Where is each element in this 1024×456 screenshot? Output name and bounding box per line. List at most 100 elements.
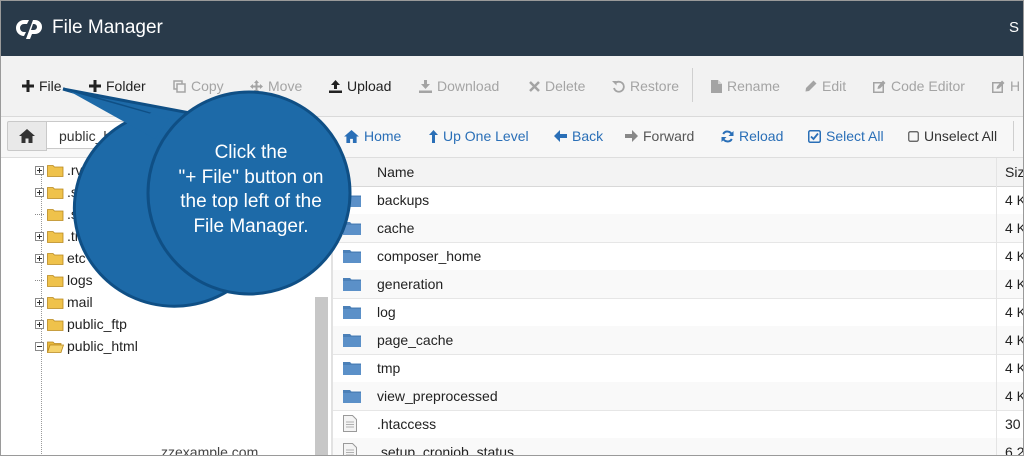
folder-icon bbox=[343, 250, 361, 263]
file-row[interactable]: tmp 4 K bbox=[333, 354, 1023, 383]
file-size: 30 bbox=[1005, 416, 1021, 432]
folder-icon bbox=[47, 208, 64, 221]
file-size: 6.2 bbox=[1005, 444, 1023, 456]
unselect-all-button[interactable]: Unselect All bbox=[908, 128, 997, 144]
file-name: .setup_cronjob_status bbox=[377, 444, 514, 456]
up-one-level-label: Up One Level bbox=[443, 128, 529, 144]
file-row[interactable]: log 4 K bbox=[333, 298, 1023, 327]
back-button[interactable]: Back bbox=[554, 128, 603, 144]
delete-button[interactable]: Delete bbox=[529, 77, 585, 95]
select-all-button[interactable]: Select All bbox=[808, 128, 884, 144]
callout-line: File Manager. bbox=[193, 215, 309, 237]
tree-item[interactable]: .softaculous bbox=[35, 183, 142, 201]
file-row[interactable]: view_preprocessed 4 K bbox=[333, 382, 1023, 411]
folder-icon bbox=[47, 274, 64, 287]
reload-label: Reload bbox=[739, 128, 784, 144]
column-size-header[interactable]: Siz bbox=[1005, 164, 1023, 180]
code-editor-button[interactable]: Code Editor bbox=[873, 77, 965, 95]
tree-item-label: public_ftp bbox=[67, 316, 127, 332]
file-size: 4 K bbox=[1005, 276, 1023, 292]
expand-toggle-icon[interactable] bbox=[35, 297, 44, 307]
folder-icon bbox=[47, 230, 64, 243]
copy-button[interactable]: Copy bbox=[173, 77, 224, 95]
file-row[interactable]: composer_home 4 K bbox=[333, 242, 1023, 271]
tree-item[interactable]: logs bbox=[35, 271, 93, 289]
folder-icon bbox=[47, 318, 64, 331]
folder-icon bbox=[343, 362, 361, 375]
tree-item[interactable]: .ssh bbox=[35, 205, 93, 223]
text-file-icon bbox=[343, 415, 357, 432]
tree-item-label: logs bbox=[67, 272, 93, 288]
expand-toggle-icon[interactable] bbox=[35, 319, 44, 329]
file-row[interactable]: generation 4 K bbox=[333, 270, 1023, 299]
new-file-button[interactable]: File bbox=[22, 77, 62, 95]
tree-item[interactable]: etc bbox=[35, 249, 86, 267]
tree-item[interactable]: public_ftp bbox=[35, 315, 127, 333]
callout-line: "+ File" button on bbox=[178, 166, 324, 188]
tree-item[interactable]: public_html bbox=[35, 337, 138, 355]
undo-icon bbox=[612, 80, 625, 93]
callout-line: the top left of the bbox=[180, 191, 322, 212]
html-editor-button[interactable]: H bbox=[992, 77, 1020, 95]
move-button[interactable]: Move bbox=[250, 77, 302, 95]
delete-label: Delete bbox=[545, 78, 586, 94]
column-name-header[interactable]: Name bbox=[377, 164, 414, 180]
restore-label: Restore bbox=[630, 78, 680, 94]
column-divider bbox=[996, 158, 997, 455]
file-row[interactable]: cache 4 K bbox=[333, 214, 1023, 243]
callout-text: Click the "+ File" button on the top lef… bbox=[147, 141, 355, 239]
select-all-label: Select All bbox=[826, 128, 884, 144]
upload-button[interactable]: Upload bbox=[329, 77, 391, 95]
file-size: 4 K bbox=[1005, 248, 1023, 264]
file-size: 4 K bbox=[1005, 220, 1023, 236]
up-one-level-button[interactable]: Up One Level bbox=[429, 128, 529, 144]
tree-item-label: mail bbox=[67, 294, 93, 310]
expand-toggle-icon[interactable] bbox=[35, 253, 44, 263]
tree-item-label: .ssh bbox=[67, 206, 93, 222]
restore-button[interactable]: Restore bbox=[612, 77, 679, 95]
move-label: Move bbox=[268, 78, 303, 94]
download-icon bbox=[419, 79, 432, 93]
tree-item[interactable]: .trash bbox=[35, 227, 102, 245]
home-directory-button[interactable] bbox=[7, 121, 47, 151]
file-name: view_preprocessed bbox=[377, 388, 498, 404]
expand-toggle-icon[interactable] bbox=[35, 165, 44, 175]
app-title: File Manager bbox=[52, 17, 163, 38]
collapse-toggle-icon[interactable] bbox=[35, 341, 44, 351]
new-file-label: File bbox=[39, 78, 62, 94]
arrow-left-icon bbox=[554, 130, 567, 142]
new-folder-button[interactable]: Folder bbox=[89, 77, 146, 95]
toolbar: File Folder Copy Move Upload Download De… bbox=[1, 56, 1023, 117]
file-row[interactable]: backups 4 K bbox=[333, 186, 1023, 215]
edit-button[interactable]: Edit bbox=[805, 77, 846, 95]
tree-item[interactable]: .rvsitebuilde bbox=[35, 161, 142, 179]
home-icon bbox=[19, 129, 35, 143]
back-label: Back bbox=[572, 128, 604, 144]
home-label: Home bbox=[364, 128, 402, 144]
file-size: 4 K bbox=[1005, 192, 1023, 208]
expand-toggle-icon[interactable] bbox=[35, 231, 44, 241]
file-row[interactable]: page_cache 4 K bbox=[333, 326, 1023, 355]
folder-icon bbox=[343, 306, 361, 319]
new-folder-label: Folder bbox=[106, 78, 146, 94]
expand-toggle-icon[interactable] bbox=[35, 187, 44, 197]
file-size: 4 K bbox=[1005, 304, 1023, 320]
folder-icon bbox=[343, 390, 361, 403]
download-button[interactable]: Download bbox=[419, 77, 499, 95]
file-size: 4 K bbox=[1005, 388, 1023, 404]
reload-button[interactable]: Reload bbox=[721, 128, 783, 144]
rename-button[interactable]: Rename bbox=[711, 77, 780, 95]
tree-item[interactable]: mail bbox=[35, 293, 93, 311]
file-row[interactable]: .setup_cronjob_status 6.2 bbox=[333, 438, 1023, 456]
tree-scrollbar[interactable] bbox=[315, 297, 328, 455]
forward-button[interactable]: Forward bbox=[625, 128, 694, 144]
close-x-icon bbox=[529, 80, 540, 92]
callout-line: Click the bbox=[214, 142, 288, 163]
tree-item-label: .trash bbox=[67, 228, 103, 244]
unselect-all-label: Unselect All bbox=[924, 128, 998, 144]
file-size: 4 K bbox=[1005, 360, 1023, 376]
html-editor-label: H bbox=[1010, 78, 1021, 94]
file-row[interactable]: .htaccess 30 bbox=[333, 410, 1023, 439]
cpanel-logo-icon[interactable] bbox=[12, 15, 44, 41]
user-menu[interactable]: S bbox=[1009, 19, 1019, 36]
